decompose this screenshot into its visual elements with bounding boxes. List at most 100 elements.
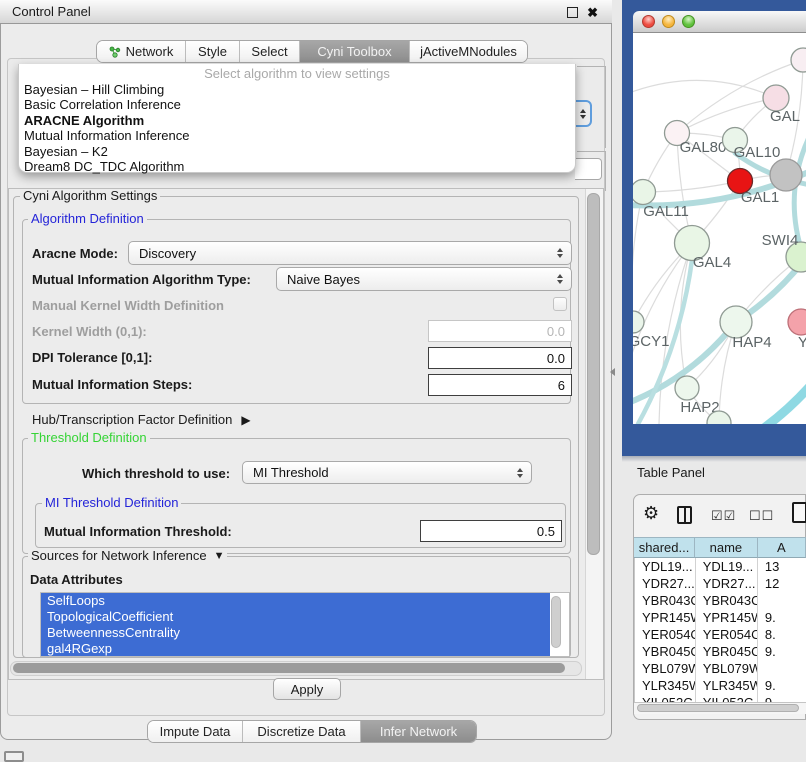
network-edge[interactable] — [633, 80, 776, 98]
columns-icon[interactable] — [677, 506, 692, 524]
tab-select[interactable]: Select — [239, 41, 299, 62]
network-node-node-y[interactable] — [788, 309, 806, 335]
network-edge[interactable] — [633, 192, 643, 322]
hidden-groupbox-border — [605, 151, 606, 191]
aracne-mode-combo[interactable]: Discovery — [128, 241, 572, 265]
network-node-hap2[interactable] — [675, 376, 699, 400]
settings-vscrollbar-thumb[interactable] — [587, 193, 600, 555]
tab-label: Discretize Data — [257, 724, 345, 739]
attributes-list-scrollbar[interactable] — [551, 596, 561, 648]
mi-threshold-value: 0.5 — [537, 524, 555, 539]
hub-definition-toggle[interactable]: Hub/Transcription Factor Definition ▶ — [32, 412, 251, 427]
network-window-titlebar[interactable] — [633, 11, 806, 33]
column-header-partial[interactable]: A — [758, 537, 806, 558]
dropdown-item-aracne[interactable]: ARACNE Algorithm — [19, 113, 575, 128]
table-row[interactable]: YPR145WYPR145W9. — [635, 609, 806, 626]
table-cell: YBR043C — [635, 592, 696, 609]
apply-button[interactable]: Apply — [273, 678, 341, 700]
table-cell: YDL19... — [696, 558, 758, 575]
threshold-definition-title: Threshold Definition — [28, 431, 150, 445]
table-cell: YPR145W — [635, 609, 696, 626]
attribute-item-topologicalcoefficient[interactable]: TopologicalCoefficient — [41, 609, 550, 625]
control-panel-title: Control Panel — [12, 4, 91, 19]
sources-toggle[interactable]: Sources for Network Inference ▼ — [28, 549, 227, 563]
algorithm-definition-title: Algorithm Definition — [28, 212, 147, 226]
attribute-item-gal4rgexp[interactable]: gal4RGexp — [41, 641, 550, 656]
dropdown-item-bayesian-hill-climbing[interactable]: Bayesian – Hill Climbing — [19, 82, 575, 97]
tab-label: Select — [251, 44, 287, 59]
table-row[interactable]: YBR043CYBR043C — [635, 592, 806, 609]
node-label-gal2: GAL — [770, 108, 800, 125]
tab-jactivemnodules[interactable]: jActiveMNodules — [409, 41, 527, 62]
tab-discretize-data[interactable]: Discretize Data — [242, 721, 360, 742]
close-icon[interactable]: ✖ — [587, 7, 598, 18]
mi-algorithm-type-combo[interactable]: Naive Bayes — [276, 267, 572, 291]
export-table-icon[interactable] — [792, 502, 806, 523]
network-edge[interactable] — [643, 181, 740, 192]
column-header-name[interactable]: name — [695, 537, 758, 558]
close-window-icon[interactable] — [642, 15, 655, 28]
expand-down-icon: ▼ — [214, 549, 225, 563]
dropdown-item-dream8[interactable]: Dream8 DC_TDC Algorithm — [19, 159, 575, 174]
settings-hscrollbar-thumb[interactable] — [13, 663, 565, 673]
network-node-node-gray[interactable] — [770, 159, 802, 191]
table-row[interactable]: YDR27...YDR27...12 — [635, 575, 806, 592]
attribute-item-betweennesscentrality[interactable]: BetweennessCentrality — [41, 625, 550, 641]
kernel-width-field[interactable]: 0.0 — [428, 320, 572, 342]
network-edge[interactable] — [677, 98, 776, 133]
tab-network[interactable]: Network — [97, 41, 185, 62]
table-cell: YBL079W — [635, 660, 696, 677]
table-row[interactable]: YBR045CYBR045C9. — [635, 643, 806, 660]
table-row[interactable]: YBL079WYBL079W — [635, 660, 806, 677]
tab-style[interactable]: Style — [185, 41, 239, 62]
combo-stepper-icon — [517, 468, 523, 478]
dropdown-item-bayesian-k2[interactable]: Bayesian – K2 — [19, 144, 575, 159]
column-header-shared[interactable]: shared... — [634, 537, 695, 558]
deselect-all-checkboxes-icon[interactable]: ☐☐ — [749, 508, 774, 524]
table-hscrollbar-thumb[interactable] — [637, 704, 799, 712]
table-row[interactable]: YER054CYER054C8. — [635, 626, 806, 643]
dropdown-item-mutual-information[interactable]: Mutual Information Inference — [19, 128, 575, 143]
attribute-item-selfloops[interactable]: SelfLoops — [41, 593, 550, 609]
algorithm-selector-combo-fragment[interactable] — [575, 100, 592, 127]
which-threshold-value: MI Threshold — [253, 465, 329, 480]
combo-stepper-icon — [557, 248, 563, 258]
network-canvas[interactable]: GALGAL80GAL10GAL1GAL11GAL4SWI4GCY1HAP4YH… — [633, 33, 806, 424]
table-row[interactable]: YLR345WYLR345W9. — [635, 677, 806, 694]
table-row[interactable]: YDL19...YDL19...13 — [635, 558, 806, 575]
select-all-checkboxes-icon[interactable]: ☑☑ — [711, 508, 736, 524]
network-node-gal11[interactable] — [633, 180, 656, 205]
network-edge[interactable] — [724, 385, 806, 424]
tab-label: Cyni Toolbox — [317, 44, 391, 59]
which-threshold-combo[interactable]: MI Threshold — [242, 461, 532, 484]
table-cell — [758, 660, 806, 677]
control-panel-titlebar[interactable]: Control Panel ✖ — [0, 0, 612, 24]
node-label-gal10: GAL10 — [734, 144, 781, 161]
tab-impute-data[interactable]: Impute Data — [148, 721, 242, 742]
dpi-tolerance-field[interactable]: 0.0 — [428, 347, 572, 369]
corner-widget-partial[interactable] — [4, 751, 24, 762]
hidden-groupbox-border — [605, 66, 606, 148]
minimize-window-icon[interactable] — [662, 15, 675, 28]
table-cell: 9. — [758, 643, 806, 660]
network-node-node-a[interactable] — [791, 48, 806, 72]
cyni-algorithm-settings-title: Cyni Algorithm Settings — [20, 189, 160, 203]
table-row[interactable]: YIL052CYIL052C9 — [635, 694, 806, 702]
mi-threshold-field[interactable]: 0.5 — [420, 520, 562, 542]
table-body: YDL19...YDL19...13YDR27...YDR27...12YBR0… — [634, 558, 806, 702]
sources-title: Sources for Network Inference — [31, 549, 207, 563]
mi-steps-field[interactable]: 6 — [428, 374, 572, 396]
float-window-icon[interactable] — [567, 7, 578, 18]
network-window-shadow — [622, 456, 806, 462]
dropdown-prompt: Select algorithm to view settings — [19, 65, 575, 82]
panel-splitter-handle[interactable] — [610, 368, 615, 376]
dropdown-item-basic-correlation[interactable]: Basic Correlation Inference — [19, 97, 575, 112]
tab-cyni-toolbox[interactable]: Cyni Toolbox — [299, 41, 409, 62]
network-node-gcy1[interactable] — [633, 311, 644, 333]
manual-kernel-checkbox[interactable] — [553, 297, 567, 311]
tab-infer-network[interactable]: Infer Network — [360, 721, 476, 742]
dpi-tolerance-value: 0.0 — [547, 351, 565, 366]
zoom-window-icon[interactable] — [682, 15, 695, 28]
gear-icon[interactable]: ⚙ — [643, 504, 659, 522]
mi-threshold-label: Mutual Information Threshold: — [44, 524, 232, 539]
